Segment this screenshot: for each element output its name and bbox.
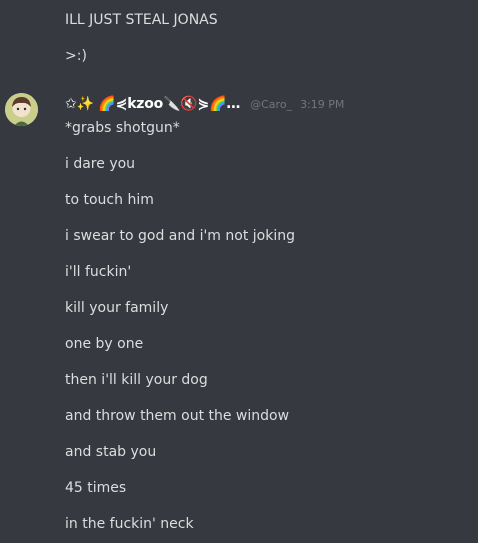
chat-panel: ILL JUST STEAL JONAS >:) ✩✨ 🌈⋞kzoo🔪🔇⋟🌈… …: [0, 0, 478, 543]
message-line: i dare you: [65, 156, 136, 172]
message-line: i swear to god and i'm not joking: [65, 228, 295, 244]
message-header: ✩✨ 🌈⋞kzoo🔪🔇⋟🌈… @Caro_ 3:19 PM: [65, 94, 344, 114]
user-handle: @Caro_: [250, 97, 293, 111]
message-timestamp: 3:19 PM: [300, 97, 345, 111]
user-avatar-icon[interactable]: [5, 93, 38, 126]
message-line: and stab you: [65, 444, 157, 460]
message-line: i'll fuckin': [65, 264, 132, 280]
message-line: and throw them out the window: [65, 408, 290, 424]
message-line: *grabs shotgun*: [65, 120, 180, 136]
message-line: in the fuckin' neck: [65, 516, 194, 532]
message-line: 45 times: [65, 480, 127, 496]
message-line: one by one: [65, 336, 144, 352]
message-line: to touch him: [65, 192, 154, 208]
message-line: kill your family: [65, 300, 169, 316]
username[interactable]: ✩✨ 🌈⋞kzoo🔪🔇⋟🌈…: [65, 96, 240, 112]
message-line: ILL JUST STEAL JONAS: [65, 12, 218, 28]
message-line: >:): [65, 48, 87, 64]
message-line: then i'll kill your dog: [65, 372, 208, 388]
